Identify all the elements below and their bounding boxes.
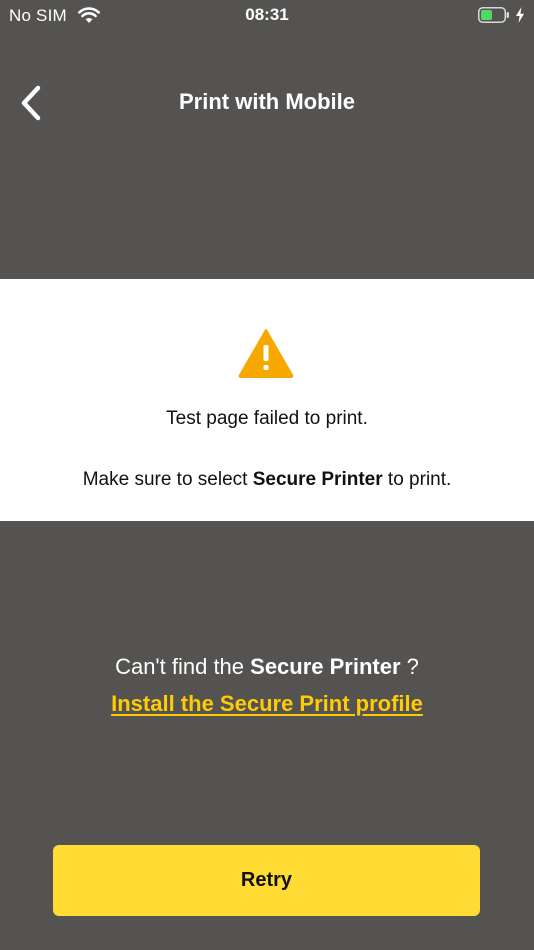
instruction-prefix: Make sure to select bbox=[82, 469, 253, 490]
help-suffix: ? bbox=[400, 654, 419, 679]
status-bar: No SIM 08:31 bbox=[0, 0, 534, 32]
instruction-suffix: to print. bbox=[382, 469, 452, 490]
warning-icon bbox=[237, 327, 295, 379]
status-title: Test page failed to print. bbox=[166, 408, 368, 429]
install-profile-link[interactable]: Install the Secure Print profile bbox=[0, 691, 534, 717]
charging-bolt-icon bbox=[515, 7, 525, 23]
status-clock: 08:31 bbox=[245, 5, 289, 24]
page-title: Print with Mobile bbox=[179, 89, 355, 114]
print-status-card: Test page failed to print. Make sure to … bbox=[0, 279, 534, 521]
instruction-printer-name: Secure Printer bbox=[252, 469, 383, 490]
battery-icon bbox=[478, 7, 510, 23]
help-prefix: Can't find the bbox=[115, 654, 251, 679]
status-instruction: Make sure to select Secure Printer to pr… bbox=[0, 469, 534, 491]
help-printer-name: Secure Printer bbox=[250, 654, 401, 679]
retry-button[interactable]: Retry bbox=[53, 845, 480, 916]
help-text: Can't find the Secure Printer ? bbox=[0, 654, 534, 680]
